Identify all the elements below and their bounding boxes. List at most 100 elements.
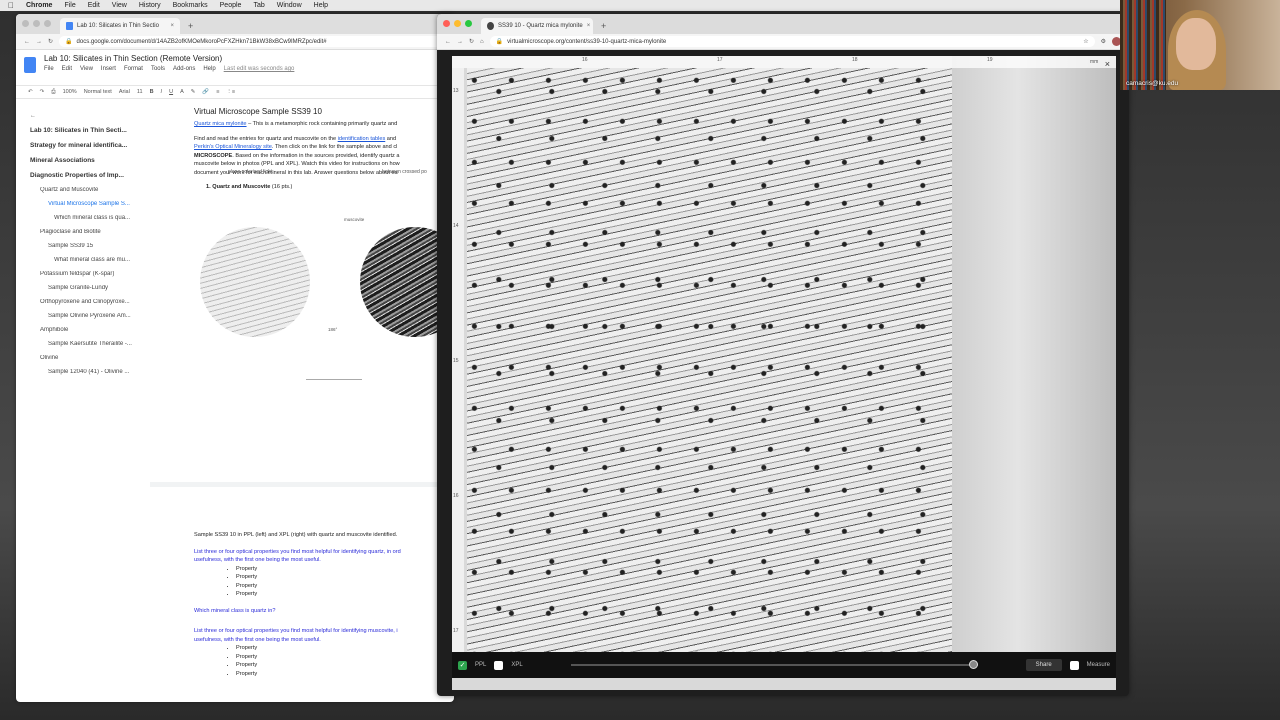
menu-edit[interactable]: Edit bbox=[88, 2, 100, 9]
forward-icon[interactable]: → bbox=[457, 39, 463, 45]
outline-item[interactable]: Olivine bbox=[30, 355, 150, 361]
url-input[interactable]: 🔒 docs.google.com/document/d/14AZB2ofKMO… bbox=[59, 36, 446, 47]
outline-item[interactable]: Sample SS39 15 bbox=[30, 243, 150, 249]
minimize-window-button[interactable] bbox=[33, 20, 40, 27]
bookmark-star-icon[interactable]: ☆ bbox=[1083, 38, 1088, 45]
home-icon[interactable]: ⌂ bbox=[480, 39, 484, 45]
outline-item[interactable]: Sample Olivine Pyroxene Am... bbox=[30, 313, 150, 319]
zoom-window-button[interactable] bbox=[465, 20, 472, 27]
measure-checkbox[interactable] bbox=[1069, 660, 1079, 670]
list-item[interactable]: Property bbox=[236, 590, 440, 599]
apple-icon[interactable]:  bbox=[8, 1, 14, 10]
outline-item[interactable]: Potassium feldspar (K-spar) bbox=[30, 271, 150, 277]
list-item[interactable]: Property bbox=[236, 582, 440, 591]
align-icon[interactable]: ≡ bbox=[216, 89, 219, 95]
thin-section-view[interactable] bbox=[467, 68, 967, 652]
outline-item[interactable]: Strategy for mineral identifica... bbox=[30, 142, 150, 149]
tab-docs[interactable]: Lab 10: Silicates in Thin Sectio × bbox=[60, 18, 180, 34]
outline-item[interactable]: Quartz and Muscovite bbox=[30, 187, 150, 193]
back-icon[interactable]: ← bbox=[445, 39, 451, 45]
italic-icon[interactable]: I bbox=[161, 89, 163, 95]
menu-people[interactable]: People bbox=[220, 2, 242, 9]
slider-handle[interactable] bbox=[968, 660, 978, 669]
outline-back-icon[interactable]: ← bbox=[30, 113, 150, 119]
tab-microscope[interactable]: SS39 10 - Quartz mica mylonite × bbox=[481, 18, 593, 34]
list-item[interactable]: Property bbox=[236, 670, 440, 679]
menu-bookmarks[interactable]: Bookmarks bbox=[173, 2, 208, 9]
outline-item[interactable]: Mineral Associations bbox=[30, 157, 150, 164]
outline-item[interactable]: Lab 10: Silicates in Thin Secti... bbox=[30, 127, 150, 134]
close-window-button[interactable] bbox=[443, 20, 450, 27]
extensions-icon[interactable]: ⚙ bbox=[1101, 38, 1106, 45]
back-icon[interactable]: ← bbox=[24, 39, 30, 45]
url-input[interactable]: 🔒 virtualmicroscope.org/content/ss39-10-… bbox=[489, 36, 1095, 47]
forward-icon[interactable]: → bbox=[36, 39, 42, 45]
docs-menu-edit[interactable]: Edit bbox=[62, 66, 72, 72]
style-select[interactable]: Normal text bbox=[84, 89, 112, 95]
docs-logo-icon[interactable] bbox=[24, 57, 36, 73]
new-tab-icon[interactable]: + bbox=[188, 21, 193, 31]
list-item[interactable]: Property bbox=[236, 565, 440, 574]
list-item[interactable]: Property bbox=[236, 653, 440, 662]
docs-menu-addons[interactable]: Add-ons bbox=[173, 66, 195, 72]
docs-menu-help[interactable]: Help bbox=[203, 66, 215, 72]
docs-menu-file[interactable]: File bbox=[44, 66, 54, 72]
link-icon[interactable]: 🔗 bbox=[202, 89, 209, 95]
docs-menu-tools[interactable]: Tools bbox=[151, 66, 165, 72]
document-title[interactable]: Lab 10: Silicates in Thin Section (Remot… bbox=[44, 54, 294, 63]
text-color-icon[interactable]: A bbox=[180, 89, 184, 95]
last-edit-link[interactable]: Last edit was seconds ago bbox=[224, 66, 295, 72]
menu-window[interactable]: Window bbox=[277, 2, 302, 9]
perkins-link[interactable]: Perkin's Optical Mineralogy site bbox=[194, 144, 272, 150]
menu-view[interactable]: View bbox=[112, 2, 127, 9]
menu-tab[interactable]: Tab bbox=[253, 2, 264, 9]
close-viewer-icon[interactable]: × bbox=[1105, 59, 1110, 69]
new-tab-icon[interactable]: + bbox=[601, 21, 606, 31]
outline-item[interactable]: Amphibole bbox=[30, 327, 150, 333]
outline-item[interactable]: Sample 12040 (41) - Olivine ... bbox=[30, 369, 150, 375]
outline-item[interactable]: Diagnostic Properties of Imp... bbox=[30, 172, 150, 179]
menu-history[interactable]: History bbox=[139, 2, 161, 9]
sample-link[interactable]: Quartz mica mylonite bbox=[194, 121, 247, 127]
redo-icon[interactable]: ↷ bbox=[40, 89, 45, 95]
menu-help[interactable]: Help bbox=[314, 2, 328, 9]
measure-label[interactable]: Measure bbox=[1087, 662, 1110, 668]
outline-item[interactable]: Which mineral class is qua... bbox=[30, 215, 150, 221]
menu-file[interactable]: File bbox=[64, 2, 75, 9]
menu-app-name[interactable]: Chrome bbox=[26, 2, 52, 9]
minimize-window-button[interactable] bbox=[454, 20, 461, 27]
bold-icon[interactable]: B bbox=[150, 89, 154, 95]
zoom-select[interactable]: 100% bbox=[63, 89, 77, 95]
outline-item[interactable]: What mineral class are mu... bbox=[30, 257, 150, 263]
list-item[interactable]: Property bbox=[236, 573, 440, 582]
outline-item[interactable]: Sample Kaersutite Therailite -... bbox=[30, 341, 150, 347]
close-tab-icon[interactable]: × bbox=[587, 23, 591, 29]
list-item[interactable]: Property bbox=[236, 661, 440, 670]
outline-item[interactable]: Orthopyroxene and Clinopyroxe... bbox=[30, 299, 150, 305]
outline-item[interactable]: Plagioclase and Biotite bbox=[30, 229, 150, 235]
ppl-checkbox[interactable]: ✓ bbox=[458, 660, 467, 670]
docs-menu-format[interactable]: Format bbox=[124, 66, 143, 72]
outline-item[interactable]: Virtual Microscope Sample S... bbox=[30, 201, 150, 207]
underline-icon[interactable]: U bbox=[169, 89, 173, 95]
reload-icon[interactable]: ↻ bbox=[469, 38, 474, 45]
xpl-checkbox[interactable] bbox=[494, 660, 504, 670]
rotation-slider[interactable] bbox=[570, 660, 978, 669]
undo-icon[interactable]: ↶ bbox=[28, 89, 33, 95]
highlight-icon[interactable]: ✎ bbox=[191, 89, 196, 95]
zoom-window-button[interactable] bbox=[44, 20, 51, 27]
microscope-viewer[interactable]: 16 17 18 19 mm 13 14 15 16 17 × ✓ PPL XP… bbox=[452, 56, 1116, 690]
close-window-button[interactable] bbox=[22, 20, 29, 27]
list-item[interactable]: Property bbox=[236, 644, 440, 653]
font-size-input[interactable]: 11 bbox=[137, 89, 143, 95]
list-icon[interactable]: ⋮≡ bbox=[226, 89, 235, 95]
docs-menu-insert[interactable]: Insert bbox=[101, 66, 116, 72]
share-button[interactable]: Share bbox=[1025, 659, 1062, 671]
identification-tables-link[interactable]: identification tables bbox=[338, 136, 386, 142]
close-tab-icon[interactable]: × bbox=[170, 23, 174, 29]
reload-icon[interactable]: ↻ bbox=[48, 38, 53, 45]
print-icon[interactable]: ⎙ bbox=[51, 89, 55, 96]
outline-item[interactable]: Sample Granite-Lundy bbox=[30, 285, 150, 291]
font-select[interactable]: Arial bbox=[119, 89, 130, 95]
docs-menu-view[interactable]: View bbox=[80, 66, 93, 72]
